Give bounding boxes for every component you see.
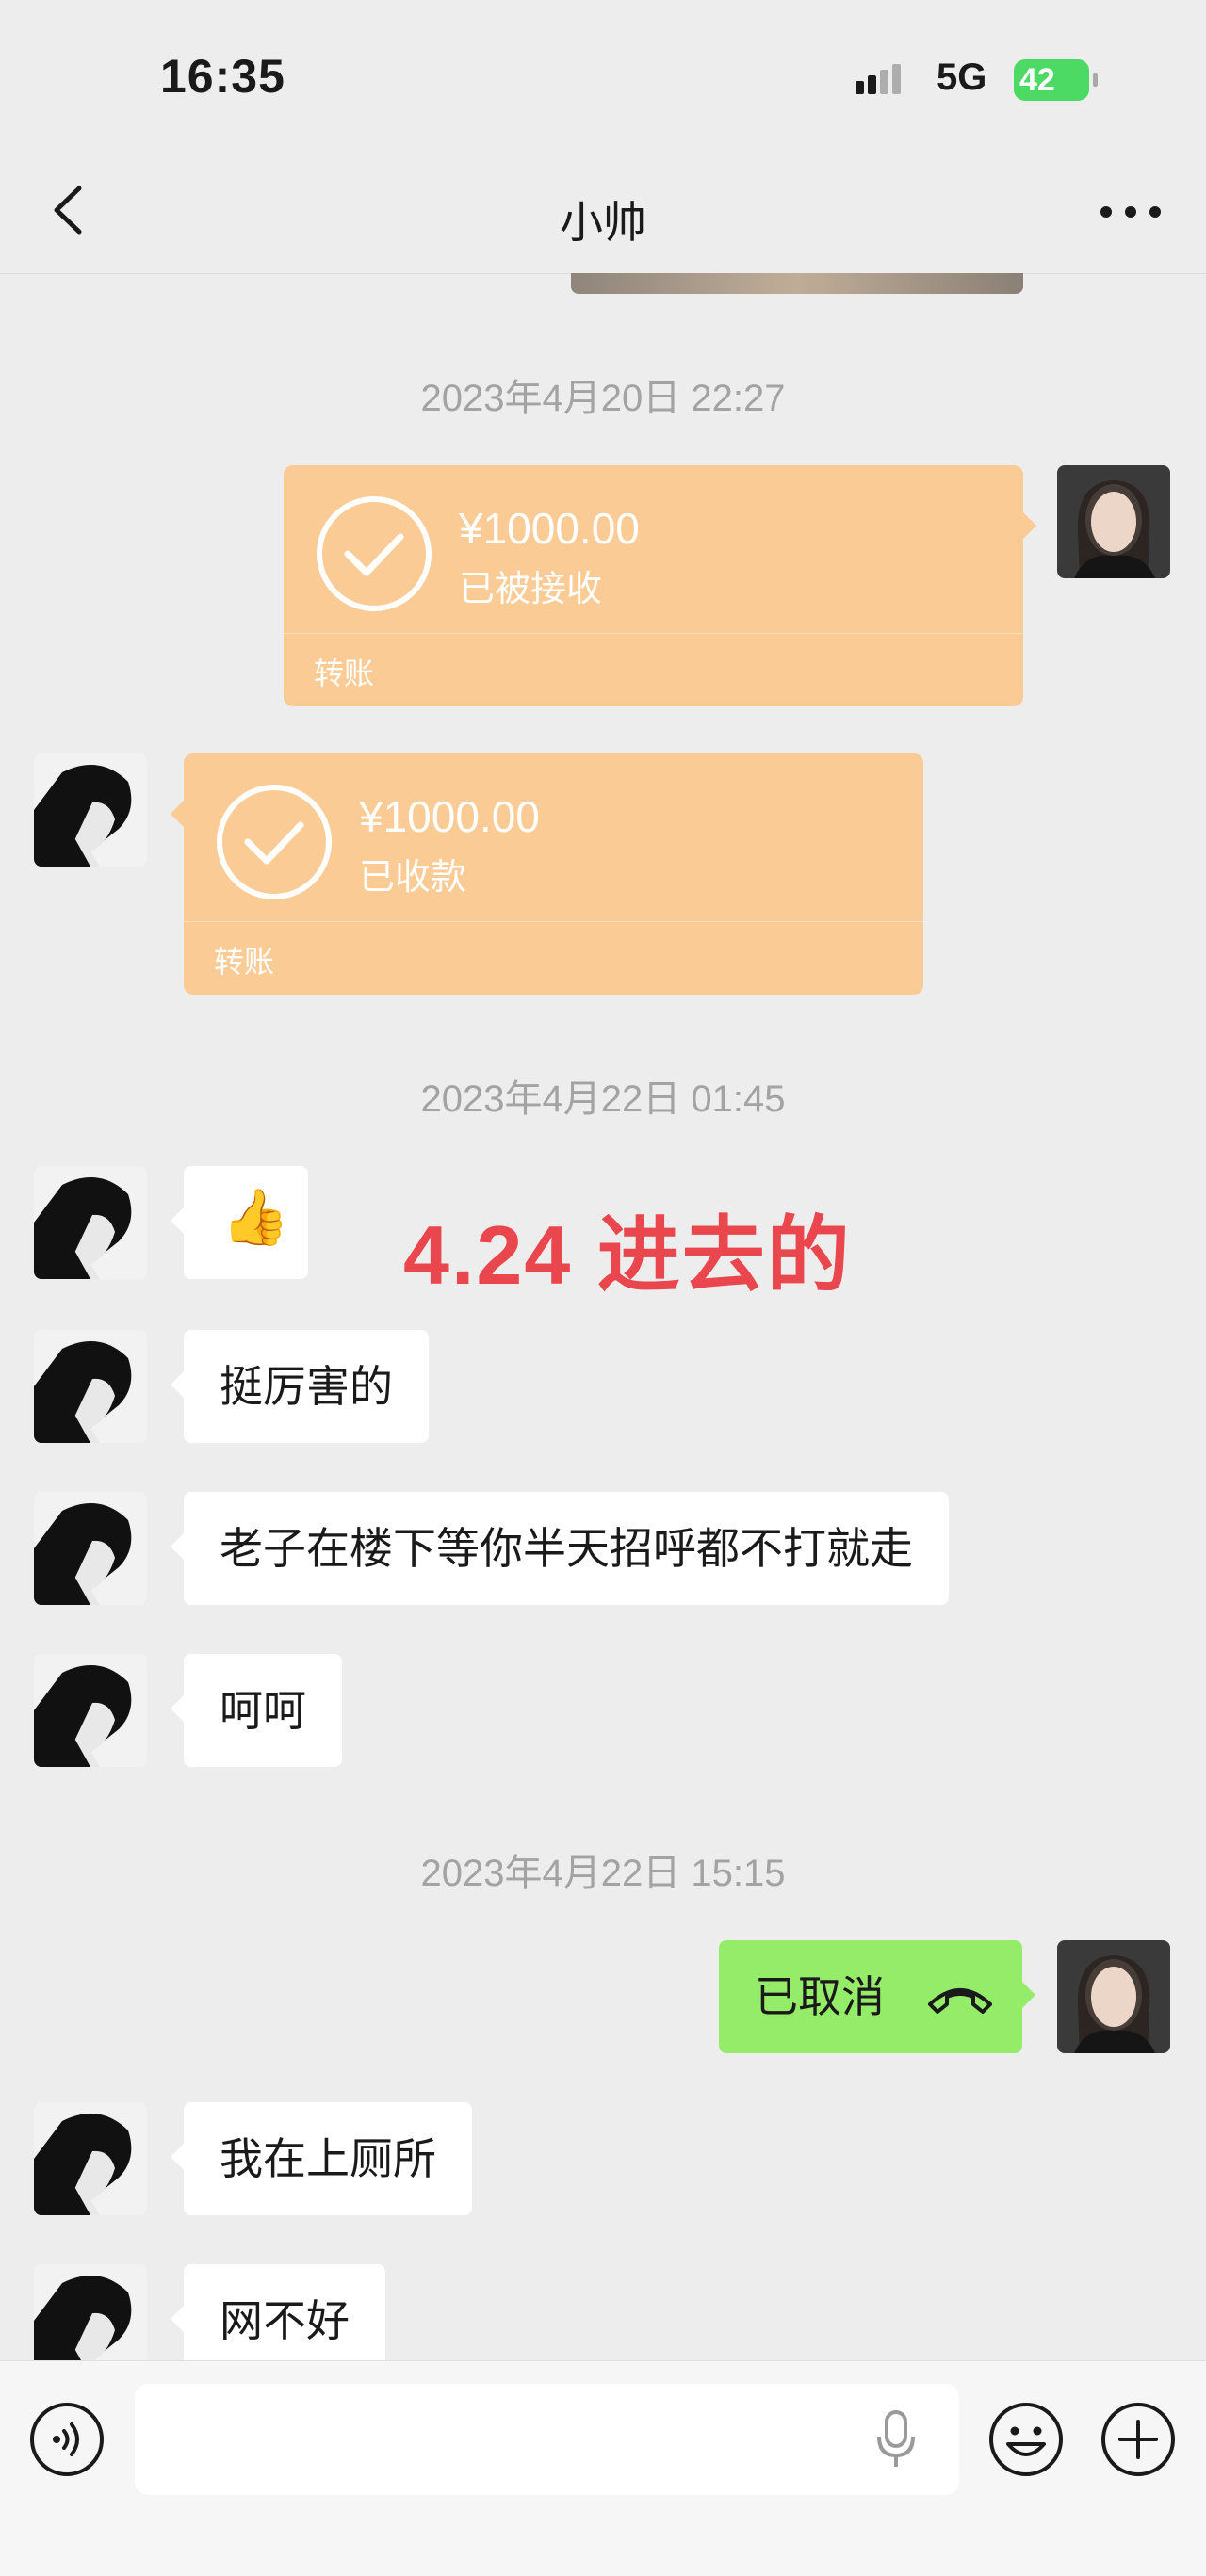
- check-circle-icon: [217, 785, 332, 899]
- voice-icon[interactable]: [28, 2401, 106, 2478]
- transfer-card-received[interactable]: ¥1000.00 已收款 转账: [171, 753, 923, 995]
- transfer-type: 转账: [214, 945, 275, 979]
- timestamp: 2023年4月20日 22:27: [420, 378, 786, 419]
- message-bubble[interactable]: 我在上厕所: [171, 2102, 472, 2215]
- transfer-status: 已被接收: [459, 570, 603, 609]
- check-circle-icon: [317, 496, 432, 611]
- red-annotation: 4.24 进去的: [403, 1208, 852, 1302]
- mic-icon[interactable]: [872, 2408, 920, 2471]
- avatar-contact[interactable]: [34, 1330, 147, 1443]
- network-type: 5G: [937, 57, 987, 98]
- call-status-label: 已取消: [755, 1972, 885, 2021]
- status-time: 16:35: [160, 50, 285, 103]
- timestamp: 2023年4月22日 15:15: [420, 1853, 786, 1894]
- battery-level: 42: [1014, 59, 1089, 101]
- emoji-icon[interactable]: [987, 2401, 1065, 2478]
- transfer-divider: [284, 633, 1023, 634]
- transfer-status: 已收款: [359, 858, 467, 898]
- status-bar: 16:35 5G 42: [0, 0, 1206, 151]
- avatar-contact[interactable]: [34, 1492, 147, 1605]
- transfer-card-sent[interactable]: ¥1000.00 已被接收 转账: [284, 465, 1036, 706]
- battery-tip: [1093, 73, 1098, 87]
- image-message-fragment[interactable]: [571, 273, 1023, 294]
- timestamp: 2023年4月22日 01:45: [420, 1078, 786, 1120]
- more-icon[interactable]: [1093, 188, 1168, 235]
- plus-icon[interactable]: [1100, 2401, 1177, 2478]
- message-bubble[interactable]: 老子在楼下等你半天招呼都不打就走: [171, 1492, 949, 1605]
- chat-title: 小帅: [560, 198, 646, 247]
- message-bubble-emoji[interactable]: 👍: [171, 1166, 308, 1279]
- avatar-contact[interactable]: [34, 753, 147, 867]
- message-bubble[interactable]: 呵呵: [171, 1654, 342, 1767]
- chat-header: 小帅: [0, 151, 1206, 274]
- signal-icon: [856, 64, 904, 94]
- message-input[interactable]: [135, 2384, 959, 2495]
- transfer-amount: ¥1000.00: [459, 504, 640, 553]
- input-bar: [0, 2360, 1206, 2576]
- call-cancelled-bubble[interactable]: 已取消: [719, 1940, 1035, 2053]
- avatar-contact[interactable]: [34, 1166, 147, 1279]
- thumbs-up-icon: 👍: [221, 1187, 290, 1248]
- avatar-self[interactable]: [1057, 465, 1170, 578]
- avatar-contact[interactable]: [34, 2102, 147, 2215]
- transfer-divider: [184, 921, 923, 922]
- hangup-icon: [928, 1988, 992, 2014]
- message-bubble[interactable]: 挺厉害的: [171, 1330, 429, 1443]
- transfer-type: 转账: [314, 656, 375, 690]
- avatar-self[interactable]: [1057, 1940, 1170, 2053]
- avatar-contact[interactable]: [34, 1654, 147, 1767]
- transfer-amount: ¥1000.00: [359, 792, 540, 841]
